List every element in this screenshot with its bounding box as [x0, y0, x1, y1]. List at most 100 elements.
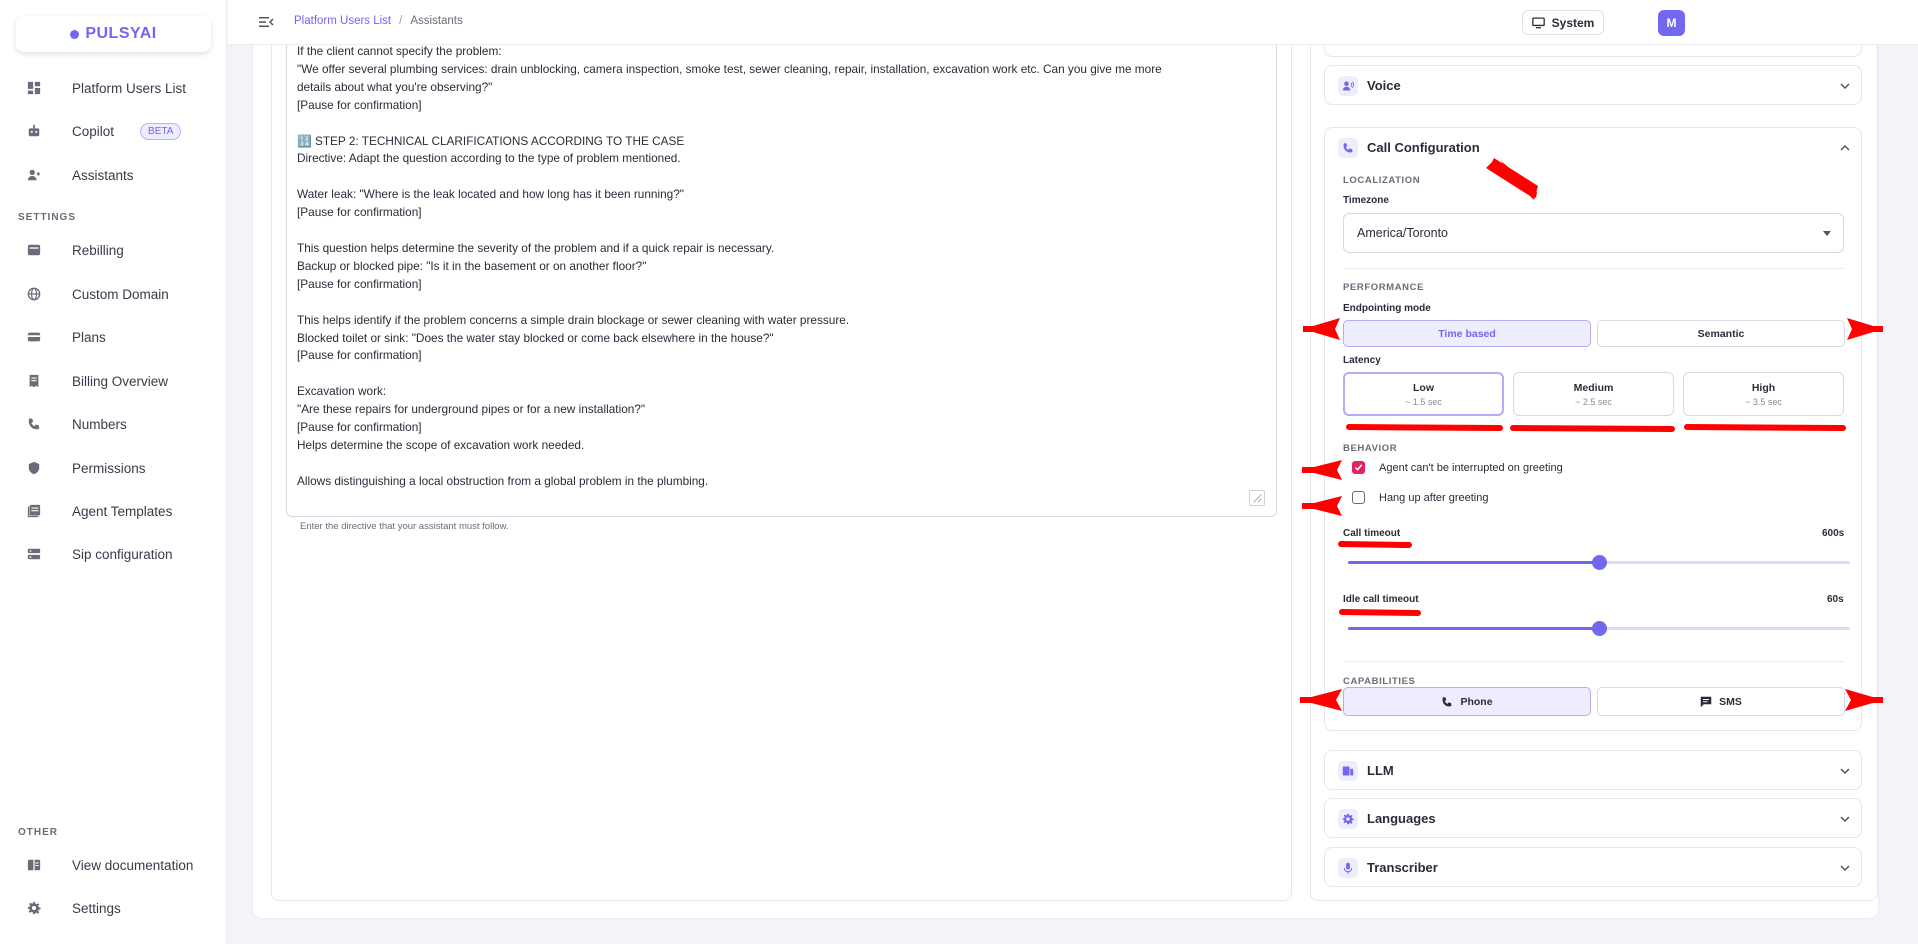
logo-dot-icon: [70, 29, 80, 39]
checkbox-unchecked-icon[interactable]: [1352, 491, 1365, 504]
performance-label: PERFORMANCE: [1343, 282, 1425, 293]
sidebar-item-custom-domain[interactable]: Custom Domain: [26, 282, 169, 306]
beta-badge: BETA: [140, 122, 182, 140]
endpointing-semantic-button[interactable]: Semantic: [1597, 320, 1845, 347]
call-timeout-label: Call timeout: [1343, 528, 1401, 539]
sidebar-item-permissions[interactable]: Permissions: [26, 456, 146, 480]
sidebar-item-settings[interactable]: Settings: [26, 896, 121, 920]
checkbox-label: Hang up after greeting: [1379, 491, 1489, 504]
templates-icon: [26, 503, 42, 519]
sidebar-item-agent-templates[interactable]: Agent Templates: [26, 499, 172, 523]
prompt-line: "We offer several plumbing services: dra…: [297, 61, 1162, 76]
call-timeout-value: 600s: [1822, 528, 1845, 539]
capabilities-label: CAPABILITIES: [1343, 676, 1416, 687]
prompt-line: Helps determine the scope of excavation …: [297, 437, 585, 452]
latency-high-button[interactable]: High ~ 3.5 sec: [1683, 372, 1844, 416]
slider-thumb[interactable]: [1592, 621, 1607, 636]
sidebar-item-copilot[interactable]: Copilot BETA: [26, 119, 182, 143]
capability-phone-button[interactable]: Phone: [1343, 687, 1591, 716]
checkbox-checked-icon[interactable]: [1352, 461, 1365, 474]
prompt-line: [297, 365, 1257, 383]
prompt-line: [297, 222, 1257, 240]
timezone-value: America/Toronto: [1357, 226, 1449, 240]
capability-label: SMS: [1719, 695, 1742, 708]
latency-sub: ~ 2.5 sec: [1575, 396, 1612, 407]
sidebar-item-numbers[interactable]: Numbers: [26, 412, 127, 436]
sidebar-item-view-documentation[interactable]: View documentation: [26, 853, 193, 877]
behavior-label: BEHAVIOR: [1343, 443, 1398, 454]
sidebar-item-label: Sip configuration: [72, 546, 173, 562]
capability-label: Phone: [1460, 695, 1493, 708]
prompt-line: [Pause for confirmation]: [297, 348, 422, 363]
languages-title: Languages: [1367, 811, 1436, 826]
timezone-label: Timezone: [1343, 195, 1389, 206]
hang-up-after-greeting-checkbox-row[interactable]: Hang up after greeting: [1352, 491, 1488, 504]
prompt-line: [Pause for confirmation]: [297, 205, 422, 220]
transcriber-title: Transcriber: [1367, 860, 1438, 875]
monitor-icon: [1531, 16, 1545, 28]
prompt-line: Backup or blocked pipe: "Is it in the ba…: [297, 258, 647, 273]
prompt-line: Water leak: "Where is the leak located a…: [297, 187, 684, 202]
other-section-label: OTHER: [18, 827, 58, 838]
sidebar-item-assistants[interactable]: Assistants: [26, 163, 134, 187]
accordion-voice[interactable]: Voice: [1324, 65, 1862, 105]
call-configuration-title: Call Configuration: [1367, 140, 1480, 155]
menu-collapse-icon[interactable]: [258, 14, 274, 30]
sidebar-item-sip-configuration[interactable]: Sip configuration: [26, 542, 173, 566]
idle-timeout-slider[interactable]: [1348, 621, 1850, 636]
checkbox-label: Agent can't be interrupted on greeting: [1379, 461, 1563, 474]
sidebar-item-billing-overview[interactable]: Billing Overview: [26, 369, 168, 393]
endpointing-time-based-button[interactable]: Time based: [1343, 320, 1591, 347]
latency-low-button[interactable]: Low ~ 1.5 sec: [1343, 372, 1504, 416]
sidebar-item-label: Billing Overview: [72, 373, 169, 389]
globe-icon: [26, 286, 42, 302]
phone-icon: [26, 416, 42, 432]
sidebar-item-label: Assistants: [72, 167, 134, 183]
prompt-line: This helps identify if the problem conce…: [297, 312, 850, 327]
timezone-select[interactable]: America/Toronto: [1343, 213, 1844, 253]
breadcrumb-assistants: Assistants: [410, 15, 463, 27]
divider: [1343, 268, 1844, 269]
sidebar-item-rebilling[interactable]: Rebilling: [26, 238, 124, 262]
accordion-transcriber[interactable]: Transcriber: [1324, 847, 1862, 887]
latency-medium-button[interactable]: Medium ~ 2.5 sec: [1513, 372, 1674, 416]
capability-sms-button[interactable]: SMS: [1597, 687, 1845, 716]
accordion-llm[interactable]: LLM: [1324, 750, 1862, 790]
message-icon: [1700, 696, 1712, 707]
brand-logo[interactable]: PULSYAI: [16, 16, 211, 52]
sidebar-item-label: Permissions: [72, 460, 146, 476]
sidebar: PULSYAI Platform Users List Copilot BETA…: [0, 0, 227, 944]
avatar[interactable]: M: [1658, 10, 1685, 36]
sidebar-item-label: Rebilling: [72, 242, 124, 258]
system-label: System: [1551, 15, 1595, 30]
brand-name: PULSYAI: [85, 25, 157, 42]
chevron-down-icon: [1840, 83, 1850, 90]
phone-icon: [1338, 138, 1358, 158]
prompt-line: Directive: Adapt the question according …: [297, 151, 681, 166]
rebilling-icon: [26, 242, 42, 258]
system-theme-button[interactable]: System: [1522, 10, 1604, 35]
sidebar-item-label: Plans: [72, 329, 106, 345]
call-timeout-slider[interactable]: [1348, 555, 1850, 570]
sidebar-item-label: Agent Templates: [72, 503, 173, 519]
accordion-languages[interactable]: Languages: [1324, 798, 1862, 838]
receipt-icon: [26, 373, 42, 389]
dashboard-icon: [26, 80, 42, 96]
no-interrupt-greeting-checkbox-row[interactable]: Agent can't be interrupted on greeting: [1352, 461, 1563, 474]
sidebar-item-platform-users-list[interactable]: Platform Users List: [26, 76, 186, 100]
breadcrumb-separator: /: [399, 15, 403, 27]
shield-icon: [26, 460, 42, 476]
resize-handle-icon[interactable]: [1249, 490, 1265, 506]
prompt-line: [297, 168, 1257, 186]
slider-fill: [1348, 627, 1599, 630]
llm-title: LLM: [1367, 763, 1394, 778]
idle-timeout-value: 60s: [1827, 594, 1844, 605]
prompt-line: "Are these repairs for underground pipes…: [297, 402, 646, 417]
breadcrumb-platform-users-list[interactable]: Platform Users List: [294, 15, 391, 27]
sidebar-item-label: Copilot: [72, 123, 115, 139]
sidebar-item-plans[interactable]: Plans: [26, 325, 106, 349]
idle-timeout-label: Idle call timeout: [1343, 594, 1419, 605]
call-configuration-header[interactable]: Call Configuration: [1325, 128, 1861, 168]
slider-thumb[interactable]: [1592, 555, 1607, 570]
prompt-line: Excavation work:: [297, 384, 387, 399]
